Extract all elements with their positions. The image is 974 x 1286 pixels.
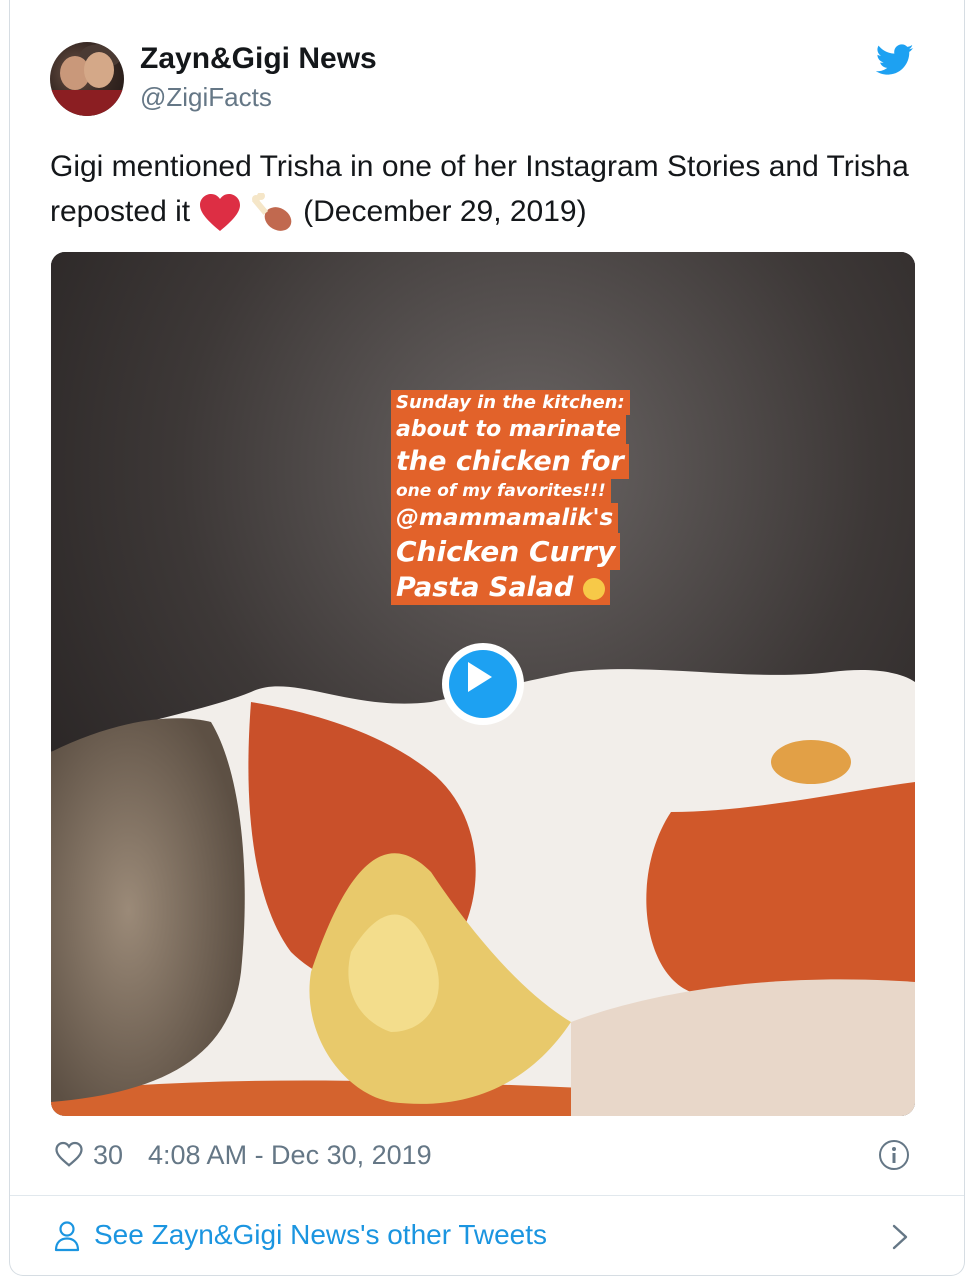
chevron-right-icon[interactable] — [890, 1224, 910, 1250]
person-icon — [54, 1221, 80, 1252]
play-button[interactable] — [442, 643, 524, 725]
story-line: Pasta Salad — [396, 572, 574, 603]
story-caption: Sunday in the kitchen: about to marinate… — [391, 390, 661, 605]
video-thumbnail[interactable]: Sunday in the kitchen: about to marinate… — [51, 252, 915, 1116]
twitter-bird-icon[interactable] — [876, 44, 914, 76]
tweet-date-text: (December 29, 2019) — [303, 195, 587, 228]
author-handle[interactable]: @ZigiFacts — [140, 82, 272, 113]
info-icon[interactable] — [878, 1139, 910, 1171]
story-line: Sunday in the kitchen: — [391, 390, 630, 415]
story-line: @mammamalik's — [391, 503, 619, 533]
tweet-text: Gigi mentioned Trisha in one of her Inst… — [50, 144, 930, 234]
story-line: the chicken for — [391, 444, 629, 479]
heart-icon[interactable] — [54, 1139, 84, 1169]
other-tweets-link[interactable]: See Zayn&Gigi News's other Tweets — [50, 1208, 920, 1264]
smiling-face-icon — [582, 577, 605, 600]
author-name[interactable]: Zayn&Gigi News — [140, 42, 377, 76]
avatar[interactable] — [50, 42, 124, 116]
red-heart-icon — [200, 194, 241, 232]
poultry-leg-icon — [251, 193, 292, 231]
story-line: Chicken Curry — [391, 533, 621, 570]
story-line: one of my favorites!!! — [391, 479, 611, 503]
other-tweets-label[interactable]: See Zayn&Gigi News's other Tweets — [94, 1219, 547, 1251]
story-line: about to marinate — [391, 415, 626, 444]
play-icon — [468, 662, 492, 692]
tweet-card: Zayn&Gigi News @ZigiFacts Gigi mentioned… — [9, 0, 965, 1276]
tweet-timestamp[interactable]: 4:08 AM - Dec 30, 2019 — [148, 1140, 432, 1171]
divider — [10, 1195, 964, 1196]
like-count: 30 — [93, 1140, 124, 1170]
